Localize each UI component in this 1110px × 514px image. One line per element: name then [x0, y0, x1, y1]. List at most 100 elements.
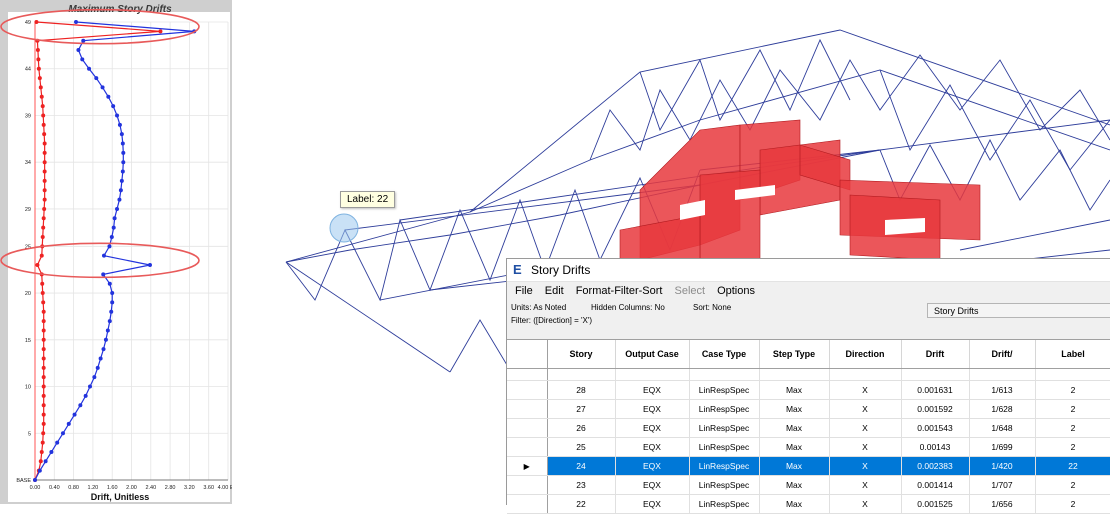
cell-step-type[interactable]: Max [759, 399, 830, 419]
cell-output-case[interactable]: EQX [615, 456, 690, 476]
table-row[interactable]: 26 EQX LinRespSpec Max X 0.001543 1/648 … [507, 418, 1110, 438]
window-title-bar[interactable]: E Story Drifts [507, 259, 1110, 282]
cell-step-type[interactable]: Max [759, 418, 830, 438]
cell-direction[interactable]: X [829, 475, 902, 495]
row-selector[interactable]: ▶ [507, 456, 548, 476]
cell-direction[interactable]: X [829, 437, 902, 457]
menu-file[interactable]: File [509, 282, 539, 301]
table-row-selected[interactable]: ▶ 24 EQX LinRespSpec Max X 0.002383 1/42… [507, 456, 1110, 476]
series-point-0 [41, 412, 46, 417]
cell-output-case[interactable]: EQX [615, 380, 690, 400]
cell-drift-ratio[interactable]: 1/613 [969, 380, 1036, 400]
cell-drift-ratio[interactable]: 1/628 [969, 399, 1036, 419]
cell-drift-ratio[interactable]: 1/648 [969, 418, 1036, 438]
col-header-case-type[interactable]: Case Type [689, 340, 760, 369]
series-point-1 [98, 356, 103, 361]
table-row[interactable]: 23 EQX LinRespSpec Max X 0.001414 1/707 … [507, 475, 1110, 495]
cell-case-type[interactable]: LinRespSpec [689, 475, 760, 495]
cell-story[interactable]: 28 [547, 380, 616, 400]
series-point-0 [42, 206, 47, 211]
cell-label[interactable]: 2 [1035, 380, 1110, 400]
cell-direction[interactable]: X [829, 418, 902, 438]
cell-step-type[interactable]: Max [759, 380, 830, 400]
table-row[interactable]: 25 EQX LinRespSpec Max X 0.00143 1/699 2 [507, 437, 1110, 457]
cell-case-type[interactable]: LinRespSpec [689, 380, 760, 400]
series-point-1 [110, 291, 115, 296]
table-row[interactable]: 22 EQX LinRespSpec Max X 0.001525 1/656 … [507, 494, 1110, 514]
row-selector[interactable] [507, 380, 548, 400]
cell-step-type[interactable]: Max [759, 437, 830, 457]
series-point-0 [40, 104, 45, 109]
cell-drift-ratio[interactable]: 1/707 [969, 475, 1036, 495]
menu-edit[interactable]: Edit [539, 282, 570, 301]
cell-step-type[interactable]: Max [759, 456, 830, 476]
cell-case-type[interactable]: LinRespSpec [689, 437, 760, 457]
menu-format-filter-sort[interactable]: Format-Filter-Sort [570, 282, 669, 301]
series-point-0 [35, 263, 40, 268]
cell-story[interactable]: 27 [547, 399, 616, 419]
cell-direction[interactable]: X [829, 456, 902, 476]
menu-select[interactable]: Select [668, 282, 711, 301]
cell-label[interactable]: 2 [1035, 399, 1110, 419]
cell-output-case[interactable]: EQX [615, 475, 690, 495]
cell-label[interactable]: 2 [1035, 437, 1110, 457]
cell-direction[interactable]: X [829, 380, 902, 400]
series-point-1 [105, 328, 110, 333]
row-selector[interactable] [507, 475, 548, 495]
cell-label[interactable]: 2 [1035, 418, 1110, 438]
col-header-output-case[interactable]: Output Case [615, 340, 690, 369]
cell-story[interactable]: 23 [547, 475, 616, 495]
cell-case-type[interactable]: LinRespSpec [689, 399, 760, 419]
table-row[interactable]: 27 EQX LinRespSpec Max X 0.001592 1/628 … [507, 399, 1110, 419]
col-header-drift-ratio[interactable]: Drift/ [969, 340, 1036, 369]
row-selector[interactable] [507, 437, 548, 457]
row-selector[interactable] [507, 418, 548, 438]
series-point-0 [36, 57, 41, 62]
series-point-1 [112, 216, 117, 221]
table-name-select[interactable]: Story Drifts [927, 303, 1110, 318]
cell-drift[interactable]: 0.001414 [901, 475, 970, 495]
cell-drift[interactable]: 0.001631 [901, 380, 970, 400]
row-selector[interactable] [507, 399, 548, 419]
story-drifts-window[interactable]: E Story Drifts File Edit Format-Filter-S… [506, 258, 1110, 514]
series-point-0 [41, 328, 46, 333]
col-header-step-type[interactable]: Step Type [759, 340, 830, 369]
cell-story[interactable]: 24 [547, 456, 616, 476]
cell-label[interactable]: 2 [1035, 494, 1110, 514]
story-drifts-grid[interactable]: Story Output Case Case Type Step Type Di… [507, 339, 1110, 514]
cell-story[interactable]: 26 [547, 418, 616, 438]
cell-label[interactable]: 22 [1035, 456, 1110, 476]
cell-drift[interactable]: 0.001525 [901, 494, 970, 514]
series-point-0 [41, 384, 46, 389]
cell-step-type[interactable]: Max [759, 494, 830, 514]
cell-case-type[interactable]: LinRespSpec [689, 418, 760, 438]
cell-step-type[interactable]: Max [759, 475, 830, 495]
row-selector[interactable] [507, 494, 548, 514]
cell-direction[interactable]: X [829, 494, 902, 514]
cell-drift-ratio[interactable]: 1/656 [969, 494, 1036, 514]
cell-drift[interactable]: 0.001543 [901, 418, 970, 438]
cell-drift[interactable]: 0.001592 [901, 399, 970, 419]
cell-story[interactable]: 25 [547, 437, 616, 457]
series-point-0 [41, 347, 46, 352]
col-header-direction[interactable]: Direction [829, 340, 902, 369]
cell-drift[interactable]: 0.002383 [901, 456, 970, 476]
series-point-0 [41, 375, 46, 380]
col-header-label[interactable]: Label [1035, 340, 1110, 369]
cell-direction[interactable]: X [829, 399, 902, 419]
cell-output-case[interactable]: EQX [615, 494, 690, 514]
cell-output-case[interactable]: EQX [615, 399, 690, 419]
table-row[interactable]: 28 EQX LinRespSpec Max X 0.001631 1/613 … [507, 380, 1110, 400]
cell-output-case[interactable]: EQX [615, 418, 690, 438]
cell-drift-ratio[interactable]: 1/420 [969, 456, 1036, 476]
cell-case-type[interactable]: LinRespSpec [689, 456, 760, 476]
cell-story[interactable]: 22 [547, 494, 616, 514]
cell-label[interactable]: 2 [1035, 475, 1110, 495]
col-header-drift[interactable]: Drift [901, 340, 970, 369]
cell-case-type[interactable]: LinRespSpec [689, 494, 760, 514]
menu-options[interactable]: Options [711, 282, 761, 301]
cell-drift-ratio[interactable]: 1/699 [969, 437, 1036, 457]
cell-drift[interactable]: 0.00143 [901, 437, 970, 457]
col-header-story[interactable]: Story [547, 340, 616, 369]
cell-output-case[interactable]: EQX [615, 437, 690, 457]
